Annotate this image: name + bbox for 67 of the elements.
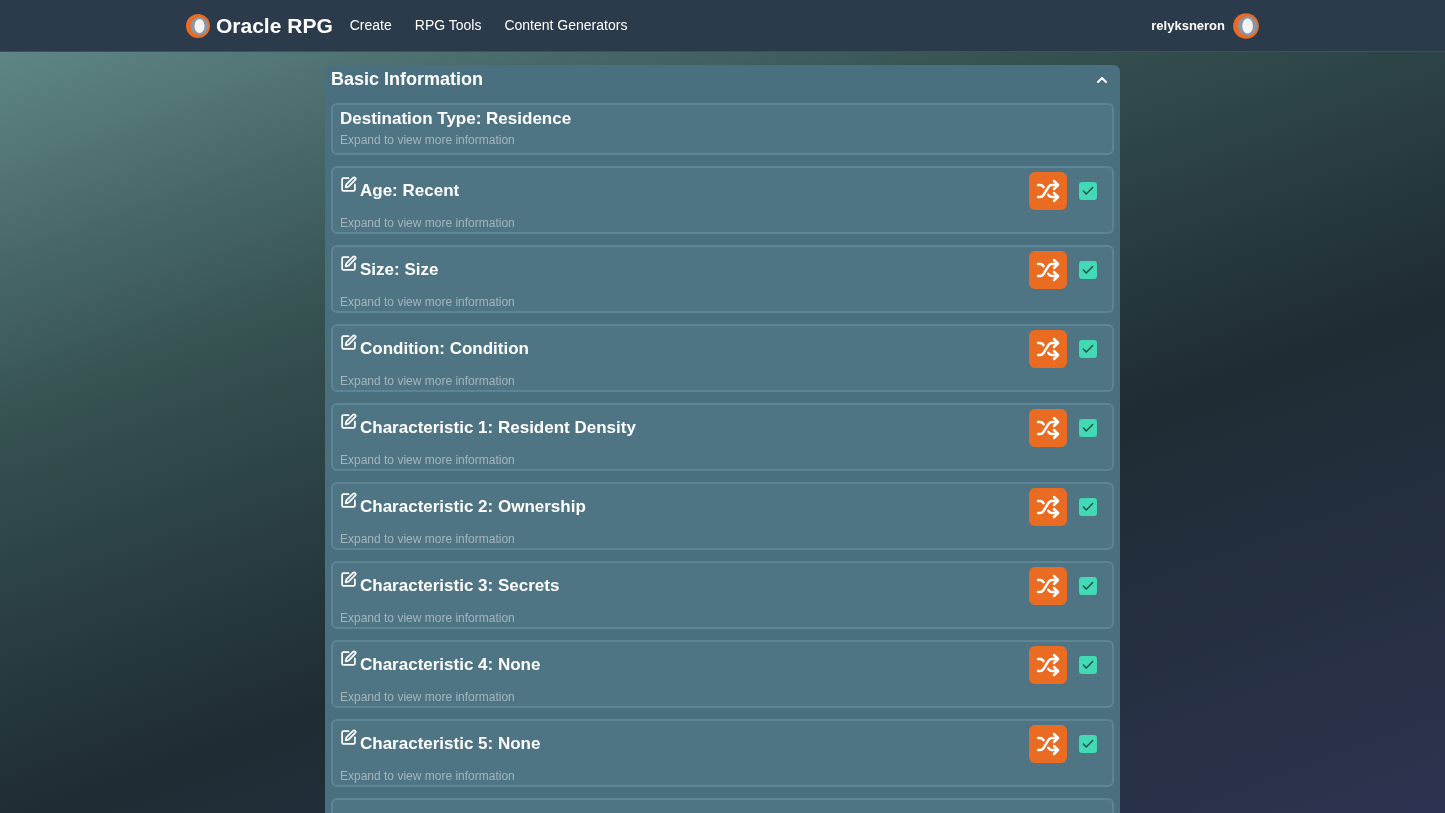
shuffle-button[interactable] xyxy=(1029,646,1067,684)
card-hint: Expand to view more information xyxy=(340,294,516,311)
nav-link[interactable]: Content Generators xyxy=(504,15,628,36)
info-card[interactable]: Characteristic 5: None Expand to view more information xyxy=(331,719,1114,787)
card-title: Characteristic 2: Ownership xyxy=(360,496,586,519)
check-icon xyxy=(1081,421,1095,435)
card-title: Age: Recent xyxy=(360,180,460,203)
info-card[interactable]: Condition: Condition Expand to view more information xyxy=(331,324,1114,392)
nav-link[interactable]: RPG Tools xyxy=(414,15,482,36)
check-icon xyxy=(1081,263,1095,277)
check-icon xyxy=(1081,342,1095,356)
edit-icon[interactable] xyxy=(340,729,357,746)
card-hint: Expand to view more information xyxy=(340,689,516,706)
card-hint: Expand to view more information xyxy=(340,132,516,149)
edit-icon[interactable] xyxy=(340,650,357,667)
info-card[interactable]: Destination Type: Residence Expand to view more information xyxy=(331,103,1114,155)
checkbox[interactable] xyxy=(1079,419,1097,437)
info-card[interactable]: Characteristic 3: Secrets Expand to view more information xyxy=(331,561,1114,629)
shuffle-button[interactable] xyxy=(1029,725,1067,763)
edit-icon[interactable] xyxy=(340,571,357,588)
shuffle-button[interactable] xyxy=(1029,409,1067,447)
check-icon xyxy=(1081,737,1095,751)
edit-icon[interactable] xyxy=(340,176,357,193)
card-hint: Expand to view more information xyxy=(340,373,516,390)
card-title: Characteristic 5: None xyxy=(360,733,541,756)
card-title: Characteristic 3: Secrets xyxy=(360,575,560,598)
edit-icon[interactable] xyxy=(340,492,357,509)
info-card[interactable]: Characteristic 2: Ownership Expand to view more information xyxy=(331,482,1114,550)
check-icon xyxy=(1081,500,1095,514)
user-avatar-icon xyxy=(1231,10,1261,41)
checkbox[interactable] xyxy=(1079,735,1097,753)
info-card[interactable]: Age: Recent Expand to view more information xyxy=(331,166,1114,234)
card-title: Characteristic 4: None xyxy=(360,654,541,677)
card-hint: Expand to view more information xyxy=(340,215,516,232)
shuffle-button[interactable] xyxy=(1029,330,1067,368)
card-title: Condition: Condition xyxy=(360,338,529,361)
checkbox[interactable] xyxy=(1079,577,1097,595)
checkbox[interactable] xyxy=(1079,656,1097,674)
check-icon xyxy=(1081,658,1095,672)
edit-icon[interactable] xyxy=(340,334,357,351)
shuffle-button[interactable] xyxy=(1029,251,1067,289)
edit-icon[interactable] xyxy=(340,413,357,430)
card-hint: Expand to view more information xyxy=(340,531,516,548)
section-title: Basic Information xyxy=(331,68,484,91)
shuffle-button[interactable] xyxy=(1029,567,1067,605)
card-hint: Expand to view more information xyxy=(340,768,516,785)
nav-link[interactable]: Create xyxy=(349,15,392,36)
brand-name[interactable]: Oracle RPG xyxy=(216,9,333,42)
username[interactable]: relyksneron xyxy=(1151,15,1225,36)
card-title: Characteristic 1: Resident Density xyxy=(360,417,636,440)
check-icon xyxy=(1081,579,1095,593)
card-hint: Expand to view more information xyxy=(340,610,516,627)
brand-logo-icon xyxy=(184,11,212,40)
checkbox[interactable] xyxy=(1079,261,1097,279)
checkbox[interactable] xyxy=(1079,340,1097,358)
info-card[interactable]: Size: Size Expand to view more information xyxy=(331,245,1114,313)
info-card[interactable]: Characteristic 1: Resident Density Expand to view more information xyxy=(331,403,1114,471)
shuffle-button[interactable] xyxy=(1029,488,1067,526)
checkbox[interactable] xyxy=(1079,182,1097,200)
card-title: Size: Size xyxy=(360,259,439,282)
shuffle-button[interactable] xyxy=(1029,172,1067,210)
card-title: Destination Type: Residence xyxy=(340,108,573,130)
card-hint: Expand to view more information xyxy=(340,452,516,469)
check-icon xyxy=(1081,184,1095,198)
checkbox[interactable] xyxy=(1079,498,1097,516)
info-card[interactable]: Characteristic 4: None Expand to view more information xyxy=(331,640,1114,708)
edit-icon[interactable] xyxy=(340,255,357,272)
